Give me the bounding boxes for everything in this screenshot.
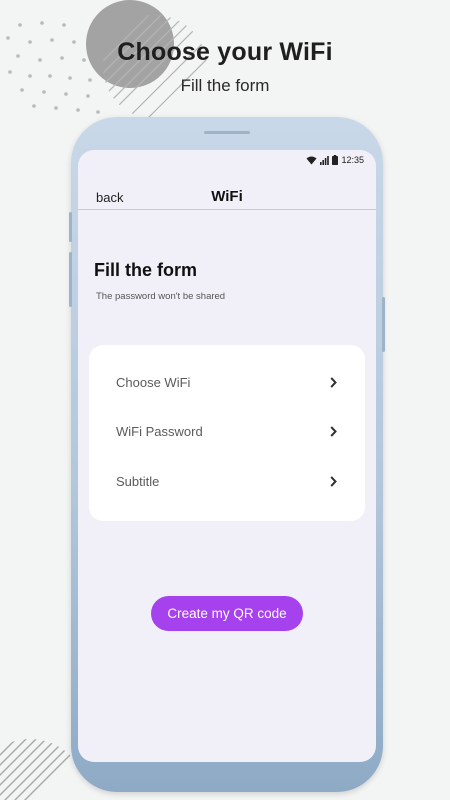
form-subtitle: The password won't be shared (96, 291, 226, 302)
signal-icon (320, 155, 330, 165)
battery-icon (332, 155, 339, 165)
chevron-right-icon (330, 377, 337, 388)
power-button (382, 297, 385, 352)
row-label: WiFi Password (116, 424, 203, 439)
hatch-decoration-bottom (0, 739, 75, 800)
navigation-bar: back WiFi (78, 178, 376, 210)
choose-wifi-row[interactable]: Choose WiFi (89, 363, 365, 403)
wifi-password-row[interactable]: WiFi Password (89, 412, 365, 452)
phone-frame: 12:35 back WiFi Fill the form The passwo… (69, 117, 385, 792)
volume-down-button (69, 252, 72, 307)
hero-title: Choose your WiFi (117, 38, 333, 66)
create-qr-code-button[interactable]: Create my QR code (151, 596, 303, 631)
subtitle-row[interactable]: Subtitle (89, 462, 365, 502)
phone-screen: 12:35 back WiFi Fill the form The passwo… (78, 150, 376, 762)
form-card: Choose WiFi WiFi Password Subtitle (89, 345, 365, 521)
row-label: Choose WiFi (116, 375, 191, 390)
status-time: 12:35 (341, 155, 364, 165)
wifi-icon (306, 156, 317, 164)
phone-speaker (204, 131, 250, 134)
row-label: Subtitle (116, 474, 160, 489)
hero-subtitle: Fill the form (180, 76, 270, 95)
volume-up-button (69, 212, 72, 242)
status-bar: 12:35 (306, 153, 364, 167)
chevron-right-icon (330, 426, 337, 437)
form-title: Fill the form (94, 260, 197, 280)
hatch-decoration-top (103, 15, 207, 119)
chevron-right-icon (330, 476, 337, 487)
navbar-title: WiFi (211, 188, 243, 205)
